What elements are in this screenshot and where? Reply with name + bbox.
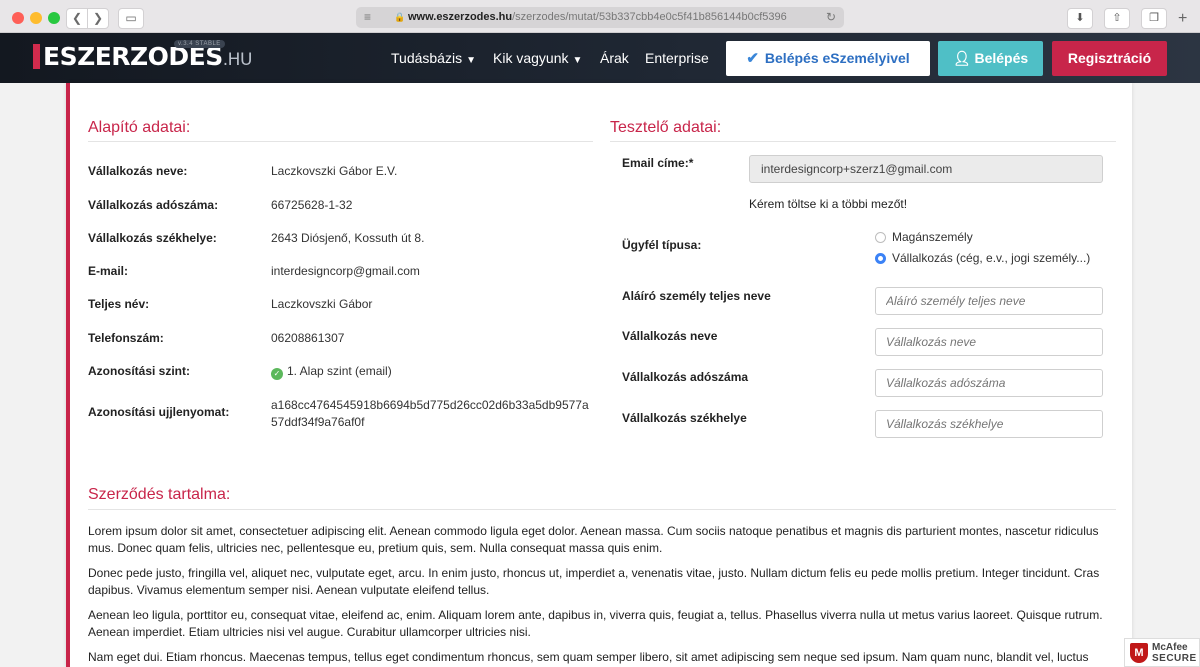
company-name-value: Laczkovszki Gábor E.V. (271, 164, 398, 178)
full-name-value: Laczkovszki Gábor (271, 297, 373, 311)
verified-user-icon: ✓ (271, 368, 283, 380)
nav-enterprise[interactable]: Enterprise (645, 33, 709, 83)
phone-label: Telefonszám: (88, 331, 164, 345)
badge-line-2: SECURE (1152, 653, 1197, 664)
auth-level-value: ✓ 1. Alap szint (email) (271, 364, 392, 380)
checkmark-icon: ✔ (746, 50, 759, 67)
company-name-label: Vállalkozás neve: (88, 164, 188, 178)
founder-section-title: Alapító adatai: (88, 119, 191, 136)
address-bar[interactable]: ≡ 🔒 www.eszerzodes.hu/szerzodes/mutat/53… (356, 7, 844, 28)
mcafee-shield-icon: M (1130, 643, 1148, 663)
fingerprint-value: a168cc4764545918b6694b5d775d26cc02d6b33a… (271, 397, 589, 431)
signer-name-label: Aláíró személy teljes neve (622, 289, 771, 303)
signer-name-input[interactable] (875, 287, 1103, 315)
download-icon[interactable]: ⬇ (1067, 8, 1093, 29)
contract-section-title: Szerződés tartalma: (88, 486, 231, 503)
new-tab-icon[interactable]: + (1178, 10, 1187, 28)
close-window-button[interactable] (12, 12, 24, 24)
tax-number-value: 66725628-1-32 (271, 198, 353, 212)
forward-icon[interactable]: ❯ (87, 8, 109, 29)
browser-toolbar: ❮ ❯ ▭ ≡ 🔒 www.eszerzodes.hu/szerzodes/mu… (0, 0, 1200, 33)
share-icon[interactable]: ⇧ (1104, 8, 1130, 29)
tabs-icon[interactable]: ❐ (1141, 8, 1167, 29)
radio-vallalkozas[interactable]: Vállalkozás (cég, e.v., jogi személy...) (875, 251, 1090, 265)
logo-bar (33, 44, 40, 69)
nav-label: Tudásbázis (391, 50, 463, 66)
tester-headquarters-input[interactable] (875, 410, 1103, 438)
contract-paragraph-1: Lorem ipsum dolor sit amet, consectetuer… (88, 524, 1099, 555)
phone-value: 06208861307 (271, 331, 345, 345)
email-value: interdesigncorp@gmail.com (271, 264, 420, 278)
founder-divider (88, 141, 593, 142)
caret-down-icon: ▼ (572, 55, 583, 66)
logo-suffix: .HU (222, 50, 253, 70)
tester-email-field[interactable]: interdesigncorp+szerz1@gmail.com (749, 155, 1103, 183)
radio-label: Magánszemély (892, 230, 973, 244)
minimize-window-button[interactable] (30, 12, 42, 24)
full-name-label: Teljes név: (88, 297, 150, 311)
badge-line-1: McAfee (1152, 642, 1188, 653)
contract-divider (88, 509, 1116, 510)
back-icon[interactable]: ❮ (66, 8, 88, 29)
version-badge: v.3.4 STABLE (174, 40, 225, 48)
contract-paragraph-2: Donec pede justo, fringilla vel, aliquet… (88, 566, 1100, 597)
headquarters-value: 2643 Diósjenő, Kossuth út 8. (271, 231, 425, 245)
contract-paragraph-3: Aenean leo ligula, porttitor eu, consequ… (88, 608, 1103, 639)
email-label: E-mail: (88, 264, 129, 278)
radio-maganszemely[interactable]: Magánszemély (875, 230, 973, 244)
login-button[interactable]: 👤︎ Belépés (938, 41, 1043, 76)
fingerprint-line-2: 57ddf34f9a76af0f (271, 415, 365, 429)
nav-kik-vagyunk[interactable]: Kik vagyunk ▼ (493, 33, 582, 83)
eszemely-login-button[interactable]: ✔ Belépés eSzemélyivel (726, 41, 930, 76)
tester-email-label: Email címe:* (622, 156, 694, 170)
site-header: ESZERZODES.HU v.3.4 STABLE Tudásbázis ▼ K… (0, 33, 1200, 83)
contract-paragraph-4: Nam eget dui. Etiam rhoncus. Maecenas te… (88, 650, 1089, 664)
maximize-window-button[interactable] (48, 12, 60, 24)
auth-level-label: Azonosítási szint: (88, 364, 191, 378)
radio-checked-icon (875, 253, 886, 264)
radio-unchecked-icon (875, 232, 886, 243)
url-host: www.eszerzodes.hu (408, 11, 513, 23)
eszemely-login-label: Belépés eSzemélyivel (764, 50, 910, 66)
tester-tax-number-input[interactable] (875, 369, 1103, 397)
user-icon: 👤︎ (952, 50, 971, 66)
headquarters-label: Vállalkozás székhelye: (88, 231, 217, 245)
caret-down-icon: ▼ (466, 55, 476, 66)
login-label: Belépés (974, 50, 1029, 66)
register-button[interactable]: Regisztráció (1052, 41, 1167, 76)
reader-menu-icon[interactable]: ≡ (364, 7, 371, 28)
client-type-label: Ügyfél típusa: (622, 238, 702, 252)
tester-company-name-label: Vállalkozás neve (622, 329, 718, 343)
tester-divider (610, 141, 1116, 142)
nav-label: Kik vagyunk (493, 50, 569, 66)
radio-label: Vállalkozás (cég, e.v., jogi személy...) (892, 251, 1091, 265)
tester-tax-number-label: Vállalkozás adószáma (622, 370, 749, 384)
auth-level-text: 1. Alap szint (email) (287, 364, 392, 378)
fill-hint: Kérem töltse ki a többi mezőt! (749, 197, 908, 211)
tax-number-label: Vállalkozás adószáma: (88, 198, 219, 212)
nav-arak[interactable]: Árak (600, 33, 629, 83)
fingerprint-label: Azonosítási ujjlenyomat: (88, 405, 230, 419)
mcafee-secure-badge[interactable]: M McAfee SECURE (1124, 638, 1200, 667)
reload-icon[interactable]: ↻ (826, 7, 836, 28)
card-accent-bar (66, 83, 70, 667)
nav-tudasbazis[interactable]: Tudásbázis ▼ (391, 33, 476, 83)
tester-headquarters-label: Vállalkozás székhelye (622, 411, 747, 425)
url-path: /szerzodes/mutat/53b337cbb4e0c5f41b85614… (512, 11, 787, 23)
tester-company-name-input[interactable] (875, 328, 1103, 356)
fingerprint-line-1: a168cc4764545918b6694b5d775d26cc02d6b33a… (271, 398, 589, 412)
tester-section-title: Tesztelő adatai: (610, 119, 722, 136)
sidebar-icon[interactable]: ▭ (118, 8, 144, 29)
lock-icon: 🔒 (394, 12, 406, 22)
